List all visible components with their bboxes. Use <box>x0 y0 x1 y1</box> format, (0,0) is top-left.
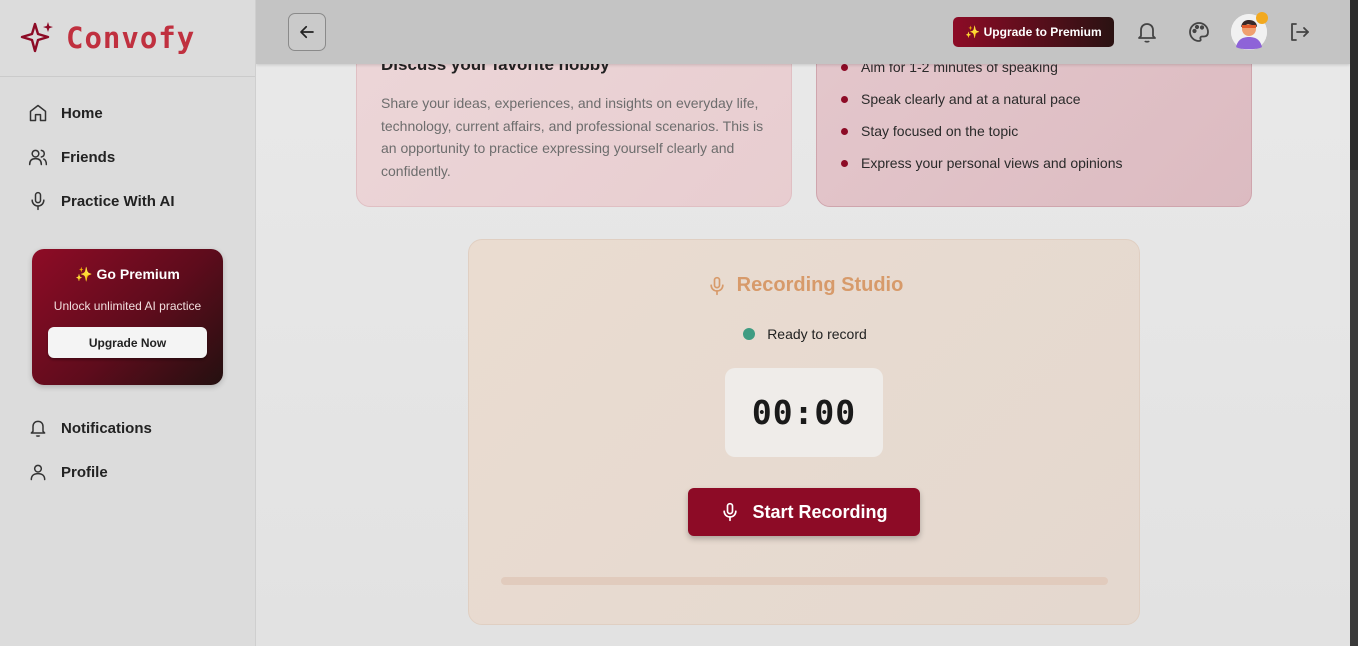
home-icon <box>29 104 47 122</box>
sidebar-item-label: Practice With AI <box>61 192 175 210</box>
list-item: Speak clearly and at a natural pace <box>841 83 1122 115</box>
sidebar: Convofy Home Friends Practice With AI ✨ … <box>0 0 256 646</box>
sidebar-item-notifications[interactable]: Notifications <box>0 406 256 450</box>
palette-icon[interactable] <box>1187 20 1211 44</box>
status-text: Ready to record <box>767 326 867 342</box>
arrow-left-icon <box>300 25 314 39</box>
start-recording-label: Start Recording <box>752 501 888 522</box>
recording-timer: 00:00 <box>725 368 883 457</box>
topic-description: Share your ideas, experiences, and insig… <box>381 95 764 180</box>
sparkle-logo-icon <box>20 22 53 53</box>
recording-status: Ready to record <box>469 326 1141 342</box>
sidebar-item-label: Home <box>61 104 103 122</box>
studio-header: Recording Studio <box>469 274 1141 297</box>
sidebar-item-label: Friends <box>61 148 116 166</box>
sidebar-item-practice-with-ai[interactable]: Practice With AI <box>0 179 255 223</box>
back-button[interactable] <box>288 13 326 51</box>
bell-icon <box>30 420 46 437</box>
sidebar-item-friends[interactable]: Friends <box>0 135 255 179</box>
brand[interactable]: Convofy <box>0 0 255 77</box>
sidebar-item-label: Profile <box>61 463 108 481</box>
scrollbar-thumb[interactable] <box>1350 170 1358 646</box>
upgrade-to-premium-button[interactable]: ✨ Upgrade to Premium <box>953 17 1114 47</box>
upgrade-now-button[interactable]: Upgrade Now <box>48 327 207 358</box>
premium-title: ✨ Go Premium <box>75 266 180 282</box>
status-dot <box>743 328 756 340</box>
recording-studio: Recording Studio Ready to record 00:00 S… <box>468 239 1140 625</box>
studio-title: Recording Studio <box>736 274 904 296</box>
users-icon <box>28 149 48 166</box>
microphone-icon <box>723 502 738 522</box>
crown-badge <box>1256 12 1268 24</box>
list-item: Stay focused on the topic <box>841 115 1122 147</box>
sidebar-nav: Home Friends Practice With AI <box>0 77 255 223</box>
microphone-icon <box>31 191 45 211</box>
main-content: ✨ Upgrade to Premium Discuss your favori… <box>256 0 1350 646</box>
user-icon <box>30 464 46 481</box>
brand-name: Convofy <box>66 21 196 55</box>
top-bar: ✨ Upgrade to Premium <box>256 0 1350 64</box>
sidebar-item-home[interactable]: Home <box>0 91 255 135</box>
recording-progress-bar <box>501 577 1108 585</box>
sidebar-bottom-nav: Notifications Profile <box>0 406 256 494</box>
logout-icon[interactable] <box>1287 20 1311 44</box>
list-item: Express your personal views and opinions <box>841 147 1122 179</box>
sidebar-item-label: Notifications <box>61 419 152 437</box>
sidebar-item-profile[interactable]: Profile <box>0 450 256 494</box>
tips-list: Aim for 1-2 minutes of speaking Speak cl… <box>841 51 1122 179</box>
go-premium-card: ✨ Go Premium Unlock unlimited AI practic… <box>32 249 223 385</box>
premium-subtitle: Unlock unlimited AI practice <box>53 299 202 313</box>
scrollbar[interactable] <box>1350 0 1358 646</box>
start-recording-button[interactable]: Start Recording <box>688 488 920 536</box>
microphone-icon <box>709 276 724 295</box>
bell-icon[interactable] <box>1135 20 1159 44</box>
